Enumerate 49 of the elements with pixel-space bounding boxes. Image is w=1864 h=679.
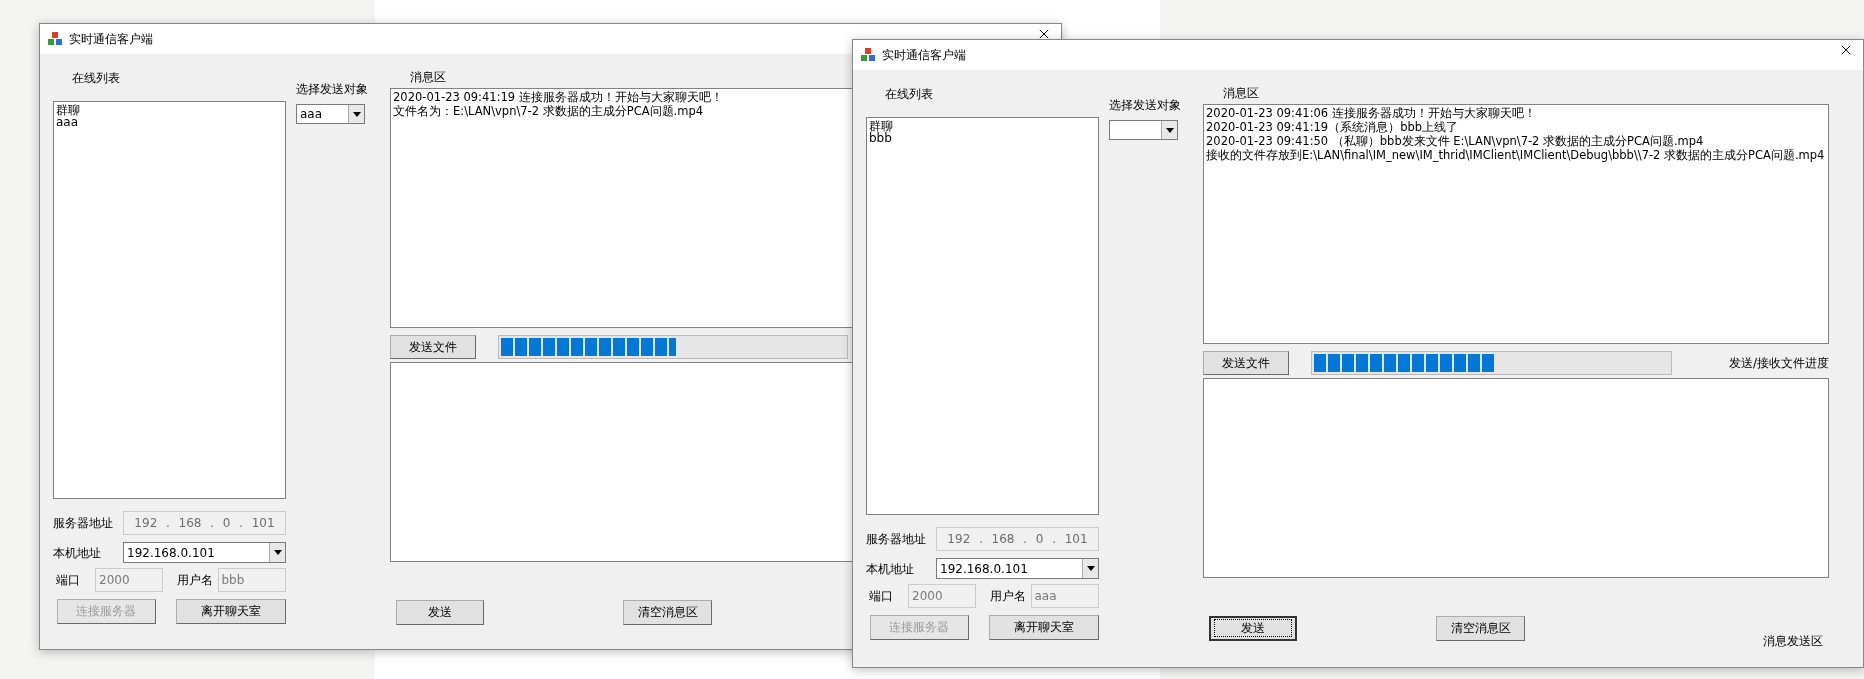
dropdown-arrow-icon — [1165, 127, 1174, 133]
online-list-label: 在线列表 — [72, 71, 120, 85]
window-title: 实时通信客户端 — [69, 30, 153, 48]
username-label: 用户名 — [989, 589, 1027, 603]
target-label: 选择发送对象 — [1109, 98, 1181, 112]
message-line: 2020-01-23 09:41:19（系统消息）bbb上线了 — [1206, 120, 1459, 134]
close-icon[interactable] — [1039, 29, 1049, 39]
send-button[interactable]: 发送 — [396, 600, 484, 625]
send-button[interactable]: 发送 — [1209, 616, 1297, 641]
cubes-icon — [860, 47, 876, 63]
target-label: 选择发送对象 — [296, 82, 368, 96]
clear-messages-button[interactable]: 清空消息区 — [623, 600, 712, 625]
message-input[interactable] — [1203, 378, 1829, 578]
online-list-item[interactable]: aaa — [56, 116, 283, 128]
dropdown-arrow-icon — [273, 550, 282, 555]
online-list-item[interactable]: 群聊 — [869, 120, 1096, 132]
leave-chat-button[interactable]: 离开聊天室 — [175, 599, 286, 624]
local-address-dropdown[interactable]: 192.168.0.101 — [936, 558, 1099, 579]
leave-chat-button[interactable]: 离开聊天室 — [988, 615, 1099, 640]
local-address-label: 本机地址 — [53, 545, 102, 560]
username-label: 用户名 — [176, 573, 214, 587]
online-list-item[interactable]: bbb — [869, 132, 1096, 144]
send-file-button[interactable]: 发送文件 — [390, 335, 476, 359]
online-list-label: 在线列表 — [885, 87, 933, 101]
message-area-label: 消息区 — [410, 70, 446, 84]
message-line: 接收的文件存放到E:\LAN\final\IM_new\IM_thrid\IMClient\IMClient\Debug\bbb\\7-2 求数据的主成分PCA问题.mp4 — [1206, 148, 1825, 162]
progress-label: 发送/接收文件进度 — [1728, 356, 1829, 370]
target-dropdown[interactable] — [1109, 120, 1178, 140]
send-file-button[interactable]: 发送文件 — [1203, 351, 1289, 375]
target-dropdown[interactable]: aaa — [296, 104, 365, 124]
input-area-label: 消息发送区 — [1763, 633, 1823, 648]
online-list-item[interactable]: 群聊 — [56, 104, 283, 116]
dropdown-arrow-icon — [352, 111, 361, 117]
window-title: 实时通信客户端 — [882, 46, 966, 64]
cubes-icon — [47, 31, 63, 47]
message-line: 2020-01-23 09:41:19 连接服务器成功！开始与大家聊天吧！ — [393, 90, 723, 104]
clear-messages-button[interactable]: 清空消息区 — [1436, 616, 1525, 641]
port-label: 端口 — [868, 589, 894, 603]
local-address-dropdown[interactable]: 192.168.0.101 — [123, 542, 286, 563]
message-line: 2020-01-23 09:41:50 （私聊）bbb发来文件 E:\LAN\vpn\7-2 求数据的主成分PCA问题.mp4 — [1206, 134, 1704, 148]
message-area-label: 消息区 — [1223, 86, 1259, 100]
message-line: 文件名为：E:\LAN\vpn\7-2 求数据的主成分PCA问题.mp4 — [393, 104, 704, 118]
close-icon[interactable] — [1841, 45, 1851, 55]
server-address-label: 服务器地址 — [53, 516, 114, 530]
port-label: 端口 — [55, 573, 81, 587]
local-address-label: 本机地址 — [866, 561, 915, 576]
message-line: 2020-01-23 09:41:06 连接服务器成功！开始与大家聊天吧！ — [1206, 106, 1536, 120]
server-address-label: 服务器地址 — [866, 532, 927, 546]
dropdown-arrow-icon — [1086, 566, 1095, 571]
